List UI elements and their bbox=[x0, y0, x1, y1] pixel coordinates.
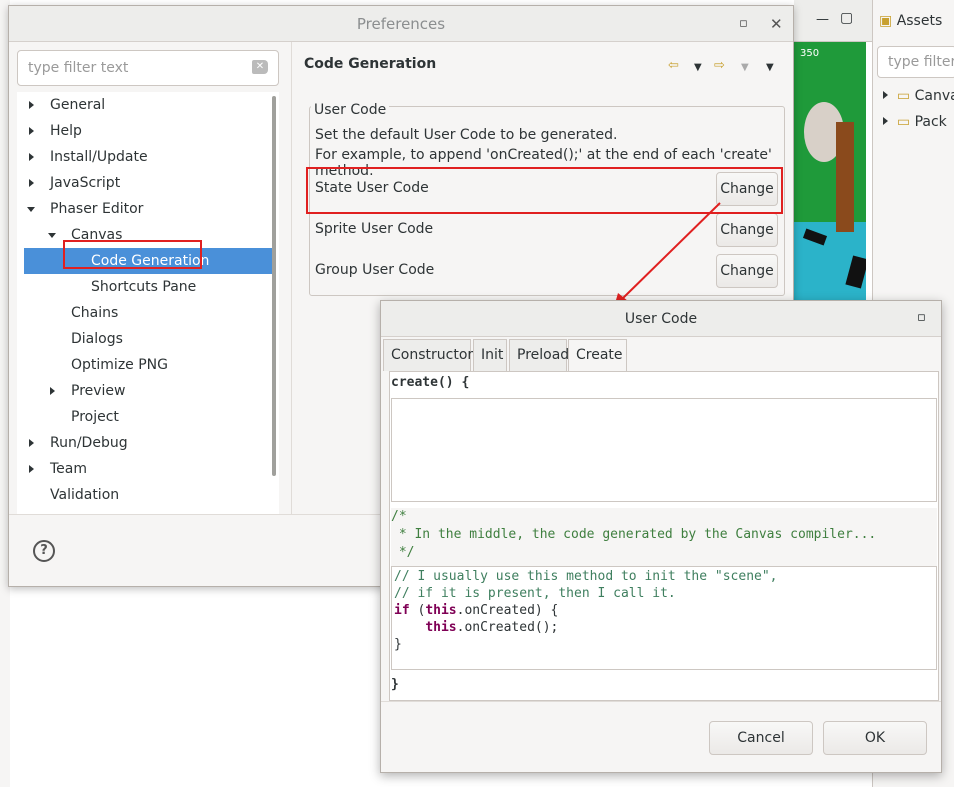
package-icon: ▣ bbox=[879, 13, 893, 29]
tree-item-project[interactable]: Project bbox=[17, 404, 267, 430]
after-code-editor[interactable]: // I usually use this method to init the… bbox=[391, 566, 937, 670]
maximize-icon[interactable]: ▫ bbox=[739, 6, 748, 42]
dialog-title: Preferences bbox=[9, 6, 793, 42]
scene-preview: 350 bbox=[794, 42, 866, 302]
tab-preload[interactable]: Preload bbox=[509, 339, 569, 371]
assets-tree-item[interactable]: ▭ Pack bbox=[883, 114, 947, 130]
group-user-code-label: Group User Code bbox=[315, 262, 435, 278]
code-line: } bbox=[394, 637, 402, 652]
tree-item-shortcuts-pane[interactable]: Shortcuts Pane bbox=[17, 274, 267, 300]
tree-item-phaser-editor[interactable]: Phaser Editor bbox=[17, 196, 267, 222]
divider bbox=[381, 701, 941, 702]
tab-create[interactable]: Create bbox=[568, 339, 627, 372]
page-title: Code Generation bbox=[304, 56, 437, 72]
tree-item-chains[interactable]: Chains bbox=[17, 300, 267, 326]
filter-placeholder: type filter text bbox=[28, 60, 129, 76]
back-menu-icon[interactable]: ▼ bbox=[694, 62, 702, 73]
back-arrow-icon[interactable]: ⇦ bbox=[668, 58, 679, 73]
generated-code-comment: /* * In the middle, the code generated b… bbox=[391, 508, 937, 566]
annotation-arrow-icon bbox=[614, 202, 721, 307]
tree-item-preview[interactable]: Preview bbox=[17, 378, 267, 404]
dialog-title: User Code bbox=[381, 301, 941, 337]
scene-art-icon bbox=[794, 102, 866, 302]
user-code-dialog: User Code ▫ Constructor Init Preload Cre… bbox=[380, 300, 942, 773]
code-line: if (this.onCreated) { bbox=[394, 603, 559, 618]
code-line: // if it is present, then I call it. bbox=[394, 586, 676, 601]
pane-divider[interactable] bbox=[291, 42, 292, 514]
tree-item-team[interactable]: Team bbox=[17, 456, 267, 482]
folder-icon: ▭ bbox=[896, 114, 911, 130]
assets-panel-title: ▣ Assets bbox=[879, 13, 943, 29]
highlight-box bbox=[63, 240, 202, 269]
cancel-button[interactable]: Cancel bbox=[709, 721, 813, 755]
tree-item-validation[interactable]: Validation bbox=[17, 482, 267, 508]
tree-item-optimize-png[interactable]: Optimize PNG bbox=[17, 352, 267, 378]
view-menu-icon[interactable]: ▼ bbox=[766, 62, 774, 73]
background-toolbar: — ▢ bbox=[794, 0, 874, 42]
tree-item-install-update[interactable]: Install/Update bbox=[17, 144, 267, 170]
group-label: User Code bbox=[311, 102, 390, 118]
tree-scrollbar[interactable] bbox=[272, 96, 276, 476]
forward-arrow-icon[interactable]: ⇨ bbox=[714, 58, 725, 73]
code-header: create() { bbox=[391, 375, 470, 390]
maximize-icon[interactable]: ▫ bbox=[917, 310, 926, 325]
close-icon[interactable]: ✕ bbox=[770, 6, 783, 42]
sprite-user-code-label: Sprite User Code bbox=[315, 221, 434, 237]
code-line: this.onCreated(); bbox=[425, 620, 559, 635]
comment-line: * In the middle, the code generated by t… bbox=[391, 527, 877, 542]
assets-tree-item[interactable]: ▭ Canva bbox=[883, 88, 954, 104]
forward-menu-icon[interactable]: ▼ bbox=[741, 62, 749, 73]
maximize-icon[interactable]: ▢ bbox=[840, 10, 853, 26]
comment-line: /* bbox=[391, 509, 407, 524]
filter-input[interactable]: type filter text ✕ bbox=[17, 50, 279, 86]
folder-icon: ▭ bbox=[896, 88, 911, 104]
tree-item-dialogs[interactable]: Dialogs bbox=[17, 326, 267, 352]
clear-icon[interactable]: ✕ bbox=[252, 60, 268, 74]
before-code-editor[interactable] bbox=[391, 398, 937, 502]
minimize-icon[interactable]: — bbox=[816, 12, 829, 27]
tab-init[interactable]: Init bbox=[473, 339, 507, 371]
tree-item-help[interactable]: Help bbox=[17, 118, 267, 144]
code-line: // I usually use this method to init the… bbox=[394, 569, 778, 584]
code-footer: } bbox=[391, 677, 399, 692]
tree-item-javascript[interactable]: JavaScript bbox=[17, 170, 267, 196]
preferences-tree: General Help Install/Update JavaScript P… bbox=[17, 92, 279, 514]
description-line: Set the default User Code to be generate… bbox=[315, 127, 618, 143]
help-icon[interactable]: ? bbox=[33, 540, 55, 562]
tree-item-run-debug[interactable]: Run/Debug bbox=[17, 430, 267, 456]
comment-line: */ bbox=[391, 545, 415, 560]
assets-filter-input[interactable]: type filter bbox=[877, 46, 954, 78]
tab-constructor[interactable]: Constructor bbox=[383, 339, 473, 371]
ok-button[interactable]: OK bbox=[823, 721, 927, 755]
tree-item-general[interactable]: General bbox=[17, 92, 267, 118]
